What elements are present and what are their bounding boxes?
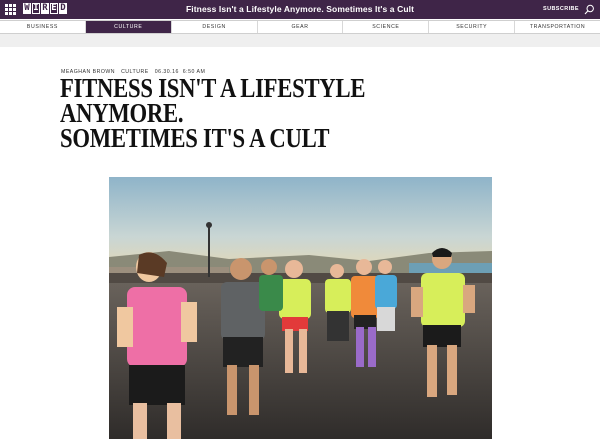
headline-line-1: Fitness Isn't a Lifestyle Anymore. bbox=[60, 73, 366, 128]
nav-science[interactable]: SCIENCE bbox=[342, 21, 428, 33]
nav-business[interactable]: BUSINESS bbox=[0, 21, 85, 33]
section-nav: BUSINESS CULTURE DESIGN GEAR SCIENCE SEC… bbox=[0, 20, 600, 34]
subscribe-link[interactable]: SUBSCRIBE bbox=[543, 6, 579, 12]
headline-line-2: Sometimes It's a Cult bbox=[60, 123, 330, 153]
ad-strip bbox=[0, 34, 600, 47]
article-title-bar: Fitness Isn't a Lifestyle Anymore. Somet… bbox=[185, 4, 415, 14]
top-bar: WIRED Fitness Isn't a Lifestyle Anymore.… bbox=[0, 0, 600, 19]
nav-culture[interactable]: CULTURE bbox=[84, 21, 171, 33]
nav-design[interactable]: DESIGN bbox=[170, 21, 257, 33]
search-icon[interactable] bbox=[584, 4, 595, 15]
nav-gear[interactable]: GEAR bbox=[256, 21, 343, 33]
nav-transportation[interactable]: TRANSPORTATION bbox=[514, 21, 600, 33]
headline: Fitness Isn't a Lifestyle Anymore. Somet… bbox=[60, 73, 455, 153]
nav-security[interactable]: SECURITY bbox=[428, 21, 514, 33]
hero-photo bbox=[109, 177, 492, 439]
